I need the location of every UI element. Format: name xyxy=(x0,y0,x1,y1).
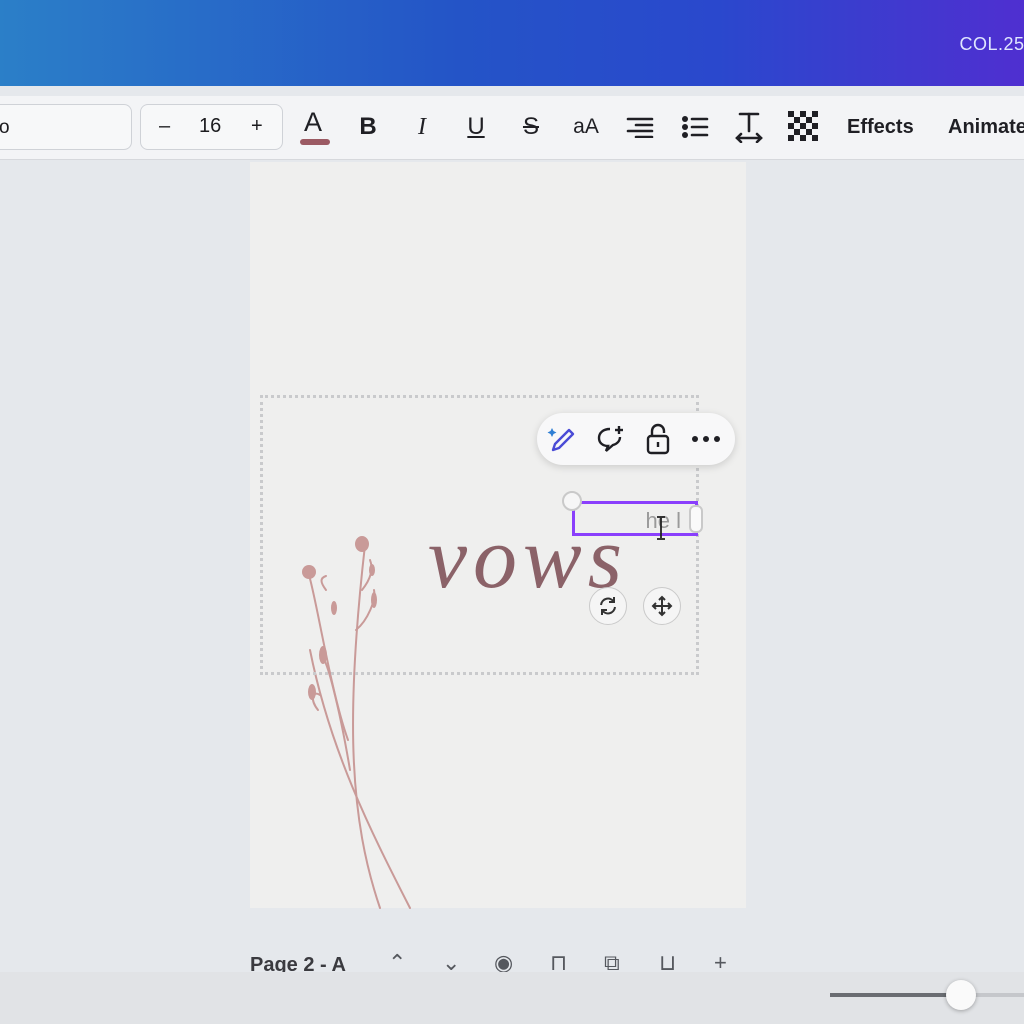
chevron-up-icon[interactable]: ⌃ xyxy=(388,950,418,972)
magic-edit-button[interactable] xyxy=(545,423,579,455)
bottom-bar xyxy=(0,972,1024,1024)
lock-button[interactable] xyxy=(641,423,675,455)
alignment-button[interactable] xyxy=(620,106,660,148)
font-size-stepper: – 16 + xyxy=(140,104,283,150)
increase-size-button[interactable]: + xyxy=(251,115,263,138)
font-size-input[interactable]: 16 xyxy=(199,115,221,138)
text-spacing-icon xyxy=(735,112,763,143)
effects-button[interactable]: Effects xyxy=(847,116,914,139)
bold-button[interactable]: B xyxy=(348,106,388,148)
underline-icon: U xyxy=(467,113,485,140)
comment-button[interactable] xyxy=(593,423,627,455)
chevron-down-icon[interactable]: ⌄ xyxy=(442,950,472,972)
text-color-button[interactable]: A xyxy=(294,106,334,148)
add-page-icon[interactable]: + xyxy=(714,950,744,972)
more-icon xyxy=(692,436,720,442)
lock-icon xyxy=(646,423,670,455)
text-toolbar: o – 16 + A B I U S aA Effects Animate xyxy=(0,96,1024,160)
bold-icon: B xyxy=(359,113,377,140)
transparency-button[interactable] xyxy=(784,106,824,148)
text-box-selection[interactable]: he l xyxy=(572,501,698,536)
strikethrough-button[interactable]: S xyxy=(511,106,551,148)
italic-button[interactable]: I xyxy=(402,106,442,148)
transparency-checker-icon xyxy=(788,111,818,141)
bullet-list-icon xyxy=(682,116,709,138)
more-options-button[interactable] xyxy=(689,423,723,455)
document-title[interactable]: COL.25. xyxy=(959,34,1024,55)
top-header: COL.25. xyxy=(0,0,1024,86)
list-button[interactable] xyxy=(675,106,715,148)
magic-edit-icon xyxy=(547,428,575,452)
zoom-slider-thumb[interactable] xyxy=(946,980,976,1010)
move-icon xyxy=(651,595,673,617)
letter-case-button[interactable]: aA xyxy=(563,106,609,148)
text-color-icon: A xyxy=(297,107,331,147)
rotate-icon xyxy=(600,597,616,615)
rotate-button[interactable] xyxy=(589,587,627,625)
animate-button[interactable]: Animate xyxy=(948,116,1024,139)
zoom-slider-track[interactable] xyxy=(830,993,1024,997)
delete-page-icon[interactable]: ⊔ xyxy=(659,950,689,972)
zoom-slider-fill xyxy=(830,993,960,997)
lock-page-icon[interactable]: ⊓ xyxy=(550,950,580,972)
hide-page-icon[interactable]: ◉ xyxy=(494,950,524,972)
spacing-button[interactable] xyxy=(729,106,769,148)
page-label[interactable]: Page 2 - A xyxy=(250,952,346,972)
font-family-select[interactable]: o xyxy=(0,104,132,150)
strikethrough-icon: S xyxy=(522,113,539,140)
duplicate-page-icon[interactable]: ⧉ xyxy=(604,950,634,972)
align-right-icon xyxy=(626,117,654,138)
element-context-menu xyxy=(537,413,735,465)
resize-handle[interactable] xyxy=(689,505,703,533)
letter-case-icon: aA xyxy=(573,115,599,138)
rotate-handle[interactable] xyxy=(562,491,582,511)
move-button[interactable] xyxy=(643,587,681,625)
text-cursor-icon xyxy=(657,516,665,540)
decrease-size-button[interactable]: – xyxy=(159,115,170,138)
add-comment-icon xyxy=(597,426,623,452)
italic-icon: I xyxy=(418,113,426,140)
underline-button[interactable]: U xyxy=(456,106,496,148)
